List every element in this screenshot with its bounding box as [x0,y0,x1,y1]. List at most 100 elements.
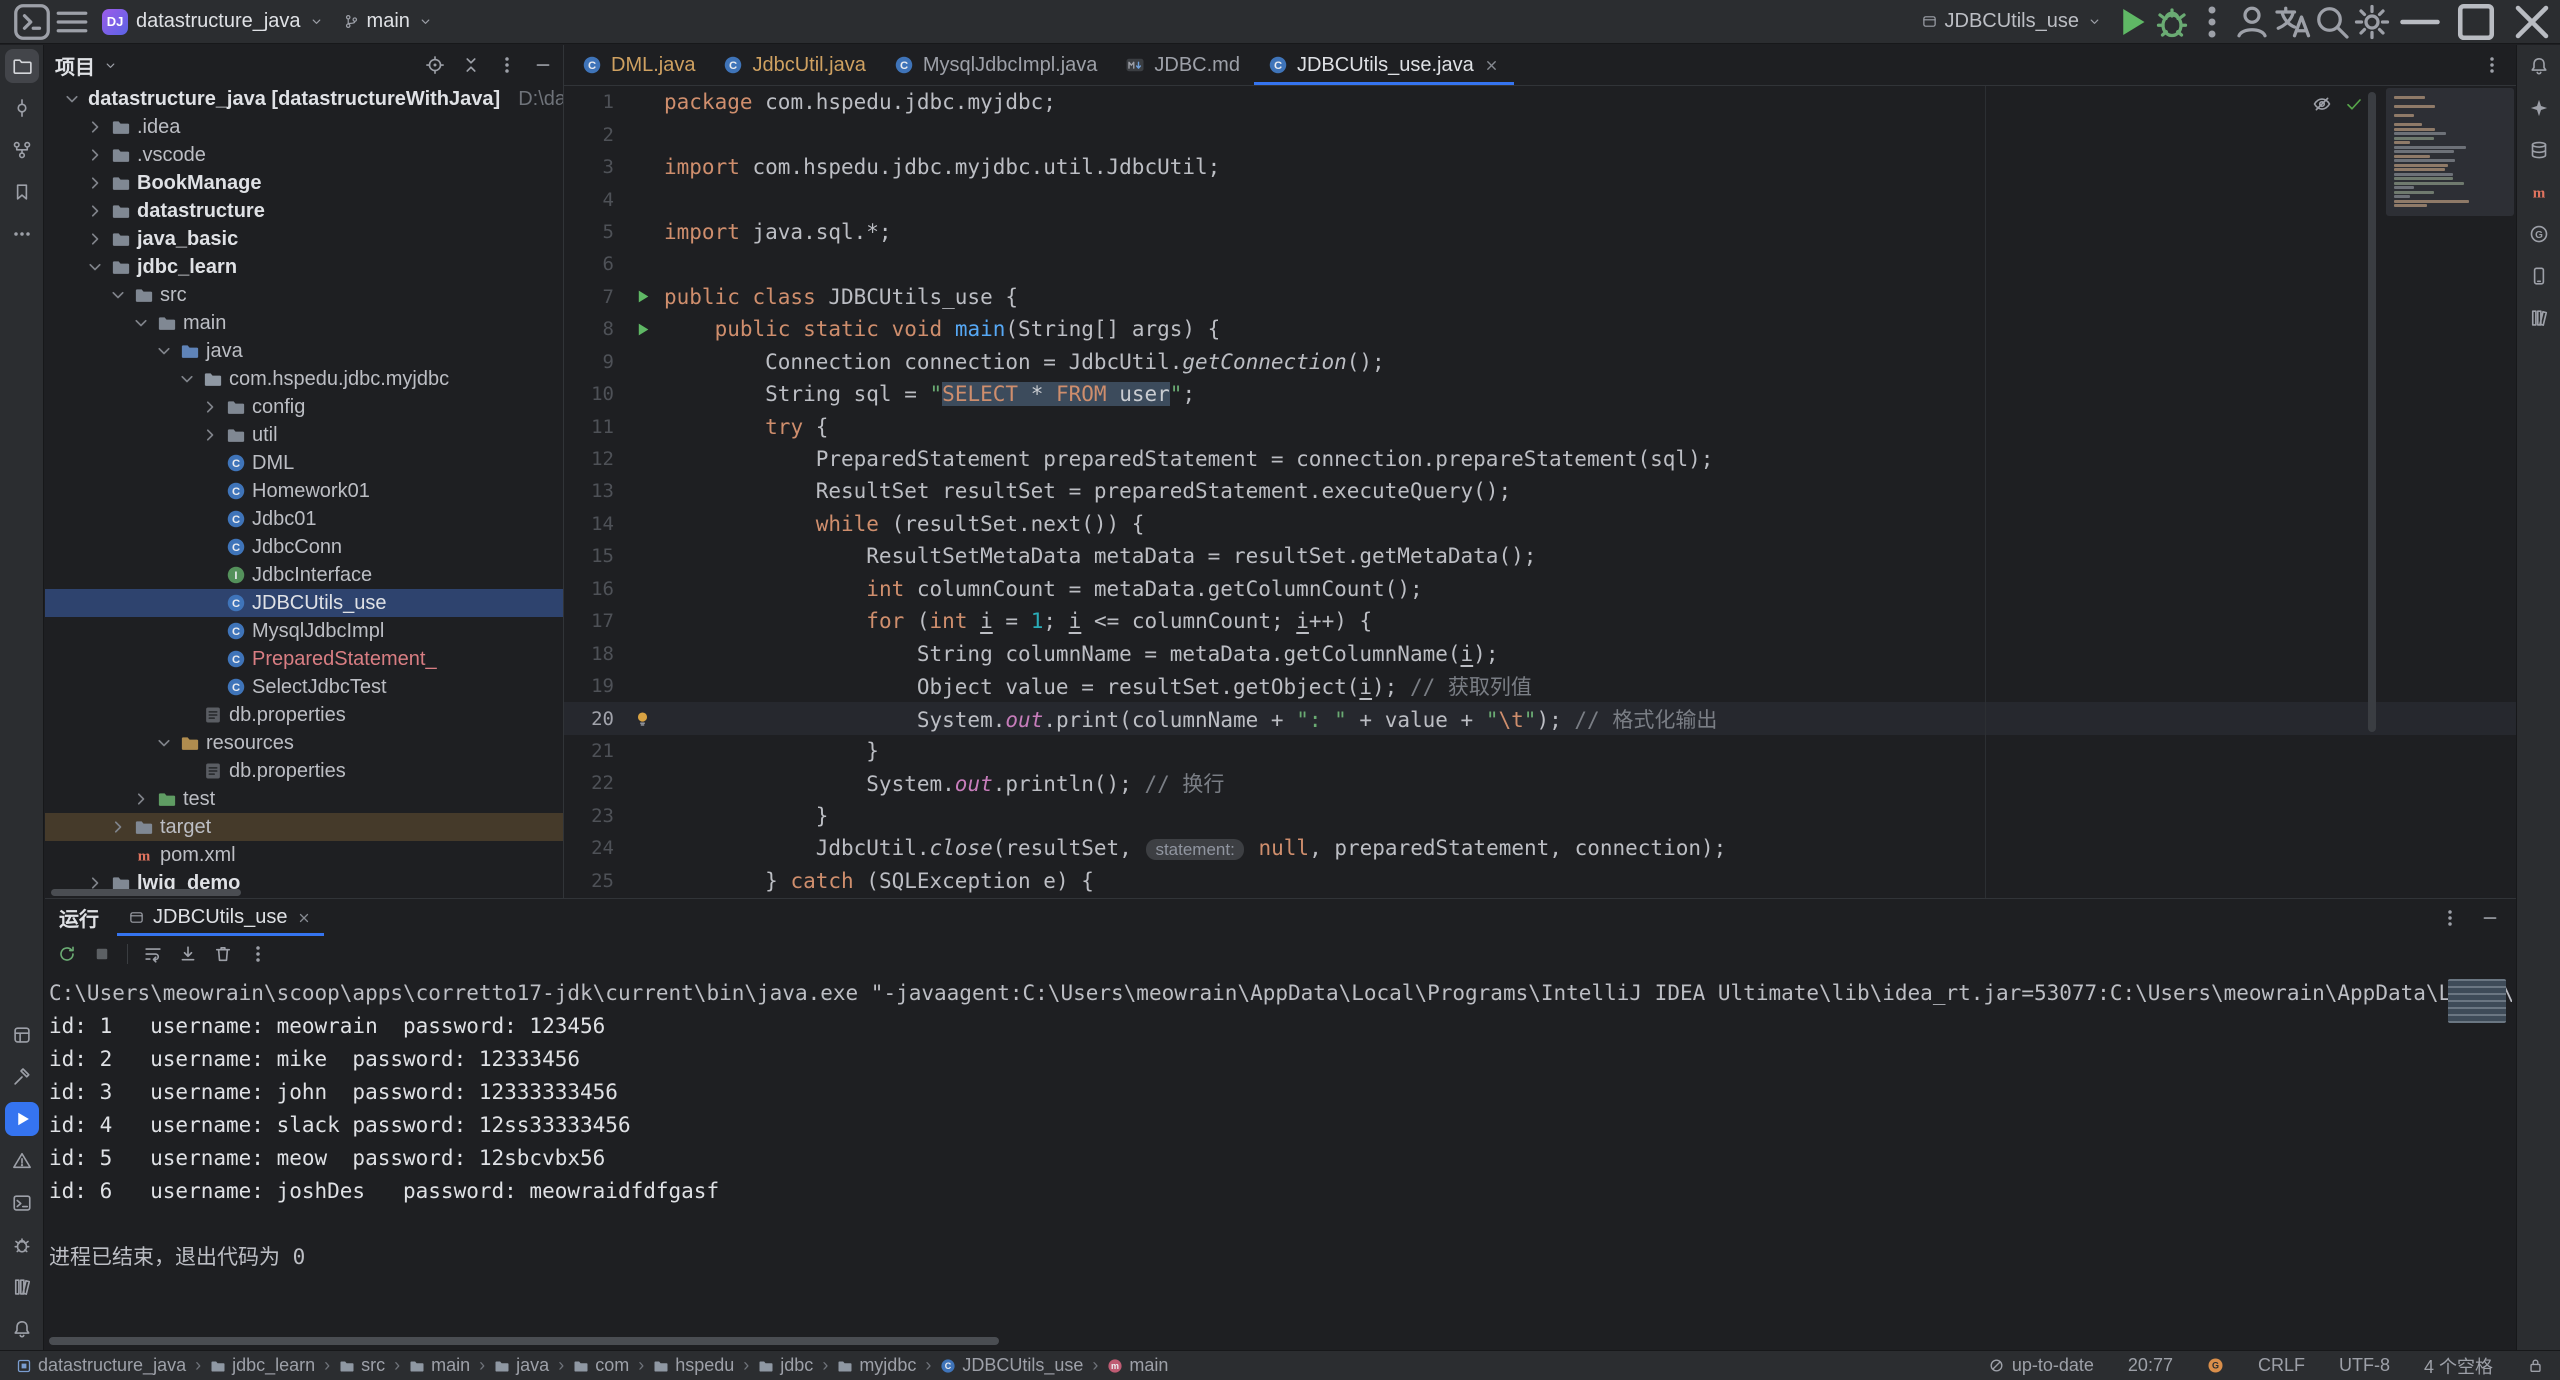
tree-item[interactable]: jdbc_learn [45,253,563,281]
run-panel-title[interactable]: 运行 [59,903,99,932]
chevron-right-icon[interactable] [200,397,220,417]
line-number[interactable]: 17 [564,610,620,632]
line-number[interactable]: 12 [564,448,620,470]
code-line[interactable]: 24 JdbcUtil.close(resultSet, statement: … [564,832,2516,864]
chevron-right-icon[interactable] [85,117,105,137]
breadcrumb-item[interactable]: datastructure_java [16,1355,186,1376]
vcs-branch-widget[interactable]: main [334,5,443,39]
maximize-button[interactable] [2448,0,2504,44]
database-tool-button[interactable] [2522,133,2556,167]
breadcrumb-item[interactable]: com [573,1355,629,1376]
run-gutter-icon[interactable] [634,288,651,305]
notifications-tool-button[interactable] [2522,49,2556,83]
code-line[interactable]: 15 ResultSetMetaData metaData = resultSe… [564,540,2516,572]
code-line[interactable]: 10 String sql = "SELECT * FROM user"; [564,378,2516,410]
line-number[interactable]: 5 [564,221,620,243]
more-options-icon[interactable] [2440,908,2460,928]
editor-tab[interactable]: CDML.java [568,45,709,85]
line-ending[interactable]: CRLF [2258,1355,2305,1376]
line-number[interactable]: 2 [564,124,620,146]
code-line[interactable]: 19 Object value = resultSet.getObject(i)… [564,670,2516,702]
line-number[interactable]: 3 [564,156,620,178]
debug-tool-button[interactable] [5,1228,39,1262]
code-line[interactable]: 20 System.out.print(columnName + ": " + … [564,702,2516,734]
line-number[interactable]: 25 [564,870,620,892]
select-opened-file-icon[interactable] [425,55,445,75]
tree-item[interactable]: CHomework01 [45,477,563,505]
line-number[interactable]: 20 [564,708,620,730]
code-line[interactable]: 7public class JDBCUtils_use { [564,281,2516,313]
code-line[interactable]: 14 while (resultSet.next()) { [564,508,2516,540]
tree-item[interactable]: BookManage [45,169,563,197]
breadcrumb-item[interactable]: hspedu [653,1355,734,1376]
hide-panel-icon[interactable] [533,55,553,75]
line-number[interactable]: 13 [564,480,620,502]
line-number[interactable]: 14 [564,513,620,535]
chevron-right-icon[interactable] [85,145,105,165]
breadcrumb-item[interactable]: jdbc_learn [210,1355,315,1376]
code-line[interactable]: 13 ResultSet resultSet = preparedStateme… [564,475,2516,507]
clear-all-icon[interactable] [213,944,233,964]
tree-item[interactable]: target [45,813,563,841]
device-manager-tool-button[interactable] [2522,259,2556,293]
code-line[interactable]: 22 System.out.println(); // 换行 [564,767,2516,799]
chevron-down-icon[interactable] [154,341,174,361]
tree-item[interactable]: CJdbcConn [45,533,563,561]
code-line[interactable]: 2 [564,118,2516,150]
indent-style[interactable]: 4 个空格 [2424,1353,2493,1379]
project-tree[interactable]: datastructure_java [datastructureWithJav… [45,85,563,898]
code-line[interactable]: 18 String columnName = metaData.getColum… [564,637,2516,669]
project-tool-button[interactable] [5,49,39,83]
chevron-right-icon[interactable] [131,789,151,809]
code-line[interactable]: 23 } [564,800,2516,832]
console-minimap[interactable] [2448,979,2506,1023]
line-number[interactable]: 16 [564,578,620,600]
chevron-right-icon[interactable] [200,425,220,445]
libraries-tool-button[interactable] [2522,301,2556,335]
collapse-all-icon[interactable] [461,55,481,75]
tree-item[interactable]: test [45,785,563,813]
line-number[interactable]: 11 [564,416,620,438]
tree-item[interactable]: .idea [45,113,563,141]
tree-item[interactable]: CJdbc01 [45,505,563,533]
console-horizontal-scrollbar[interactable] [49,1337,999,1345]
chevron-down-icon[interactable] [62,89,82,109]
code-line[interactable]: 25 } catch (SQLException e) { [564,865,2516,897]
chevron-down-icon[interactable] [154,733,174,753]
user-account-icon[interactable] [2232,0,2272,44]
line-number[interactable]: 22 [564,772,620,794]
soft-wrap-icon[interactable] [143,944,163,964]
file-encoding[interactable]: UTF-8 [2339,1355,2390,1376]
editor-vertical-scrollbar[interactable] [2368,92,2376,732]
chevron-down-icon[interactable] [103,58,118,73]
line-number[interactable]: 15 [564,545,620,567]
run-gutter-icon[interactable] [634,321,651,338]
tree-item[interactable]: config [45,393,563,421]
line-number[interactable]: 18 [564,643,620,665]
readonly-lock[interactable] [2527,1357,2544,1374]
line-number[interactable]: 24 [564,837,620,859]
line-number[interactable]: 1 [564,91,620,113]
tree-item[interactable]: datastructure_java [datastructureWithJav… [45,85,563,113]
breadcrumb-item[interactable]: jdbc [758,1355,813,1376]
code-line[interactable]: 8 public static void main(String[] args)… [564,313,2516,345]
hide-panel-icon[interactable] [2480,908,2500,928]
tab-options-icon[interactable] [2482,55,2502,75]
code-line[interactable]: 4 [564,183,2516,215]
main-menu-icon[interactable] [52,0,92,44]
caret-position[interactable]: 20:77 [2128,1355,2173,1376]
chevron-right-icon[interactable] [108,817,128,837]
chevron-right-icon[interactable] [85,229,105,249]
tree-item[interactable]: java [45,337,563,365]
tree-horizontal-scrollbar[interactable] [51,889,241,896]
breadcrumb-item[interactable]: mmain [1107,1355,1168,1376]
more-options-icon[interactable] [497,55,517,75]
tree-item[interactable]: CMysqlJdbcImpl [45,617,563,645]
intention-bulb-icon[interactable] [634,710,651,727]
tree-item[interactable]: resources [45,729,563,757]
vcs-update-status[interactable]: up-to-date [1988,1355,2094,1376]
tree-item[interactable]: mpom.xml [45,841,563,869]
line-number[interactable]: 6 [564,253,620,275]
project-widget[interactable]: DJ datastructure_java [92,5,334,39]
close-icon[interactable] [296,910,312,926]
